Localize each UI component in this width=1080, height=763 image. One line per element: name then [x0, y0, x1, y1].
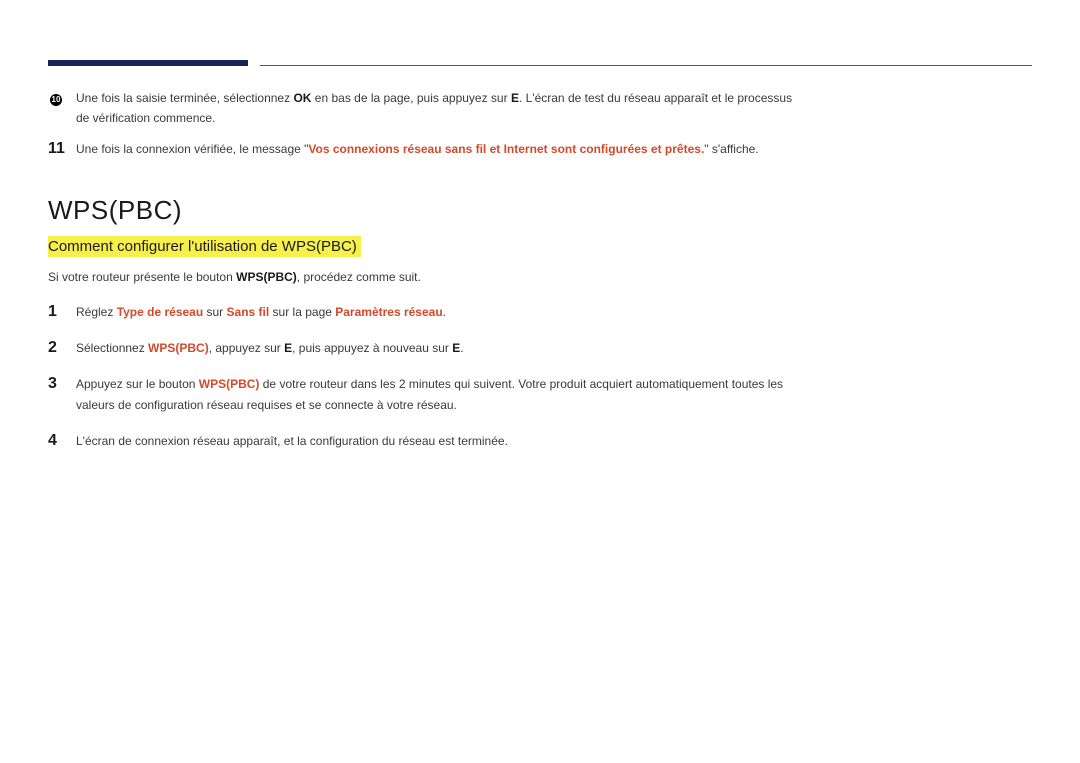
text: . — [460, 341, 463, 355]
num: 11 — [48, 140, 65, 157]
highlight: Paramètres réseau — [335, 305, 442, 319]
step-number: 10 — [48, 88, 76, 107]
step-text: Appuyez sur le bouton WPS(PBC) de votre … — [76, 374, 796, 415]
step-2: 2 Sélectionnez WPS(PBC), appuyez sur E, … — [48, 338, 1032, 358]
section-intro: Si votre routeur présente le bouton WPS(… — [48, 267, 1032, 287]
text: Réglez — [76, 305, 117, 319]
text: Une fois la saisie terminée, sélectionne… — [76, 91, 293, 105]
text: Appuyez sur le bouton — [76, 377, 199, 391]
step-number: 3 — [48, 374, 76, 393]
text: , procédez comme suit. — [297, 270, 421, 284]
step-number: 11 — [48, 139, 76, 158]
highlight: Sans fil — [227, 305, 270, 319]
text: . — [443, 305, 446, 319]
step-text: L'écran de connexion réseau apparaît, et… — [76, 431, 796, 451]
text: Sélectionnez — [76, 341, 148, 355]
step-text: Une fois la saisie terminée, sélectionne… — [76, 88, 796, 129]
step-text: Réglez Type de réseau sur Sans fil sur l… — [76, 302, 796, 322]
text: Une fois la connexion vérifiée, le messa… — [76, 142, 308, 156]
step-text: Une fois la connexion vérifiée, le messa… — [76, 139, 796, 159]
step-4: 4 L'écran de connexion réseau apparaît, … — [48, 431, 1032, 451]
text: , puis appuyez à nouveau sur — [292, 341, 452, 355]
document-page: 10 Une fois la saisie terminée, sélectio… — [0, 0, 1080, 452]
highlight-message: Vos connexions réseau sans fil et Intern… — [308, 142, 704, 156]
header-rule — [48, 60, 1032, 66]
step-number: 1 — [48, 302, 76, 321]
key-e: E — [511, 91, 519, 105]
step-text: Sélectionnez WPS(PBC), appuyez sur E, pu… — [76, 338, 796, 358]
text: sur — [203, 305, 226, 319]
accent-bar — [48, 60, 248, 66]
ok-label: OK — [293, 91, 311, 105]
list-item-11: 11 Une fois la connexion vérifiée, le me… — [48, 139, 1032, 159]
section-title: WPS(PBC) — [48, 195, 1032, 226]
highlight: WPS(PBC) — [199, 377, 260, 391]
info-icon: 10 — [50, 94, 62, 106]
highlight: Type de réseau — [117, 305, 203, 319]
step-number: 4 — [48, 431, 76, 450]
list-item-10: 10 Une fois la saisie terminée, sélectio… — [48, 88, 1032, 129]
highlight: WPS(PBC) — [148, 341, 209, 355]
text: Si votre routeur présente le bouton — [48, 270, 236, 284]
step-3: 3 Appuyez sur le bouton WPS(PBC) de votr… — [48, 374, 1032, 415]
step-number: 2 — [48, 338, 76, 357]
wps-label: WPS(PBC) — [236, 270, 297, 284]
text: sur la page — [269, 305, 335, 319]
horizontal-rule — [260, 65, 1032, 66]
text: en bas de la page, puis appuyez sur — [311, 91, 510, 105]
text: " s'affiche. — [704, 142, 758, 156]
text: , appuyez sur — [209, 341, 284, 355]
step-1: 1 Réglez Type de réseau sur Sans fil sur… — [48, 302, 1032, 322]
key-e: E — [284, 341, 292, 355]
section-subtitle: Comment configurer l'utilisation de WPS(… — [48, 236, 361, 257]
